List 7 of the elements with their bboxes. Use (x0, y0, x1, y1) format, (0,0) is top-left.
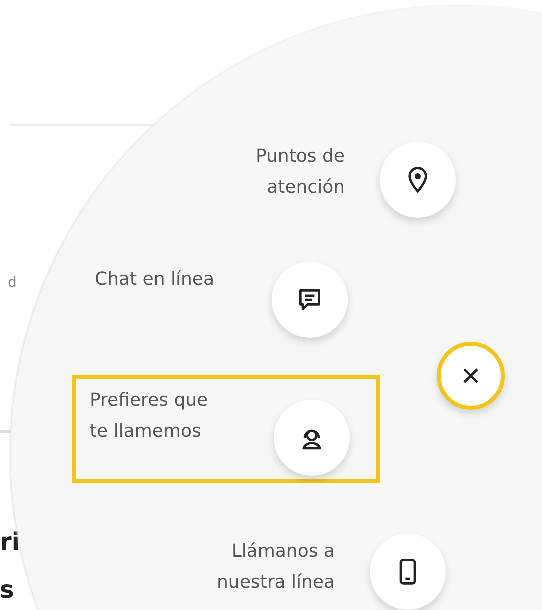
option-label: Llámanos a nuestra línea (217, 540, 335, 595)
option-label: Chat en línea (95, 268, 215, 292)
option-label: Puntos de atención (256, 145, 345, 200)
text-fragment: ri (0, 528, 20, 556)
text-fragment: s (0, 576, 14, 604)
option-label: Prefieres que te llamemos (90, 389, 208, 444)
text-fragment: d (8, 275, 17, 291)
